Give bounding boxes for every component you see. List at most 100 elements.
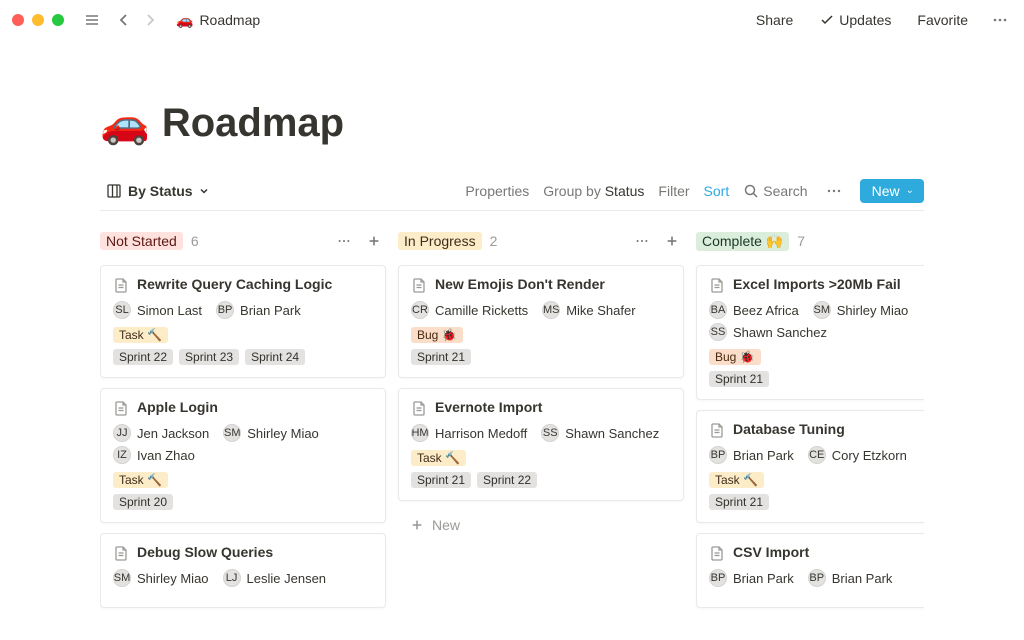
avatar: MS — [542, 301, 560, 319]
card-title: Evernote Import — [435, 399, 542, 415]
sprint-tag: Sprint 23 — [179, 349, 239, 365]
add-card-icon[interactable] — [362, 229, 386, 253]
assignee: BPBrian Park — [709, 446, 794, 464]
groupby-button[interactable]: Group by Status — [543, 183, 644, 199]
column-more-icon[interactable] — [332, 229, 356, 253]
assignee: CECory Etzkorn — [808, 446, 907, 464]
assignee: CRCamille Ricketts — [411, 301, 528, 319]
avatar: JJ — [113, 424, 131, 442]
column-label[interactable]: In Progress — [398, 232, 482, 250]
board-card[interactable]: Excel Imports >20Mb FailBABeez AfricaSMS… — [696, 265, 924, 400]
card-title: Database Tuning — [733, 421, 845, 437]
card-title: Debug Slow Queries — [137, 544, 273, 560]
column-more-icon[interactable] — [630, 229, 654, 253]
search-button[interactable]: Search — [743, 183, 807, 199]
more-icon[interactable] — [988, 8, 1012, 32]
type-tag: Task 🔨 — [113, 472, 168, 488]
avatar: CE — [808, 446, 826, 464]
sprint-tag: Sprint 21 — [709, 371, 769, 387]
new-card-button[interactable]: New — [398, 511, 684, 539]
sprint-tag: Sprint 20 — [113, 494, 173, 510]
more-options-icon[interactable] — [822, 179, 846, 203]
assignee: LJLeslie Jensen — [223, 569, 327, 587]
board-card[interactable]: Database Tuning BPBrian Park CECory Etzkor… — [696, 410, 924, 523]
avatar: BP — [808, 569, 826, 587]
assignee: BPBrian Park — [709, 569, 794, 587]
assignee: SLSimon Last — [113, 301, 202, 319]
favorite-button[interactable]: Favorite — [911, 8, 974, 32]
share-button[interactable]: Share — [750, 8, 799, 32]
menu-icon[interactable] — [80, 8, 104, 32]
window-controls — [12, 14, 64, 26]
assignee: HMHarrison Medoff — [411, 424, 527, 442]
avatar: BP — [216, 301, 234, 319]
avatar: SM — [813, 301, 831, 319]
breadcrumb-title: Roadmap — [199, 12, 260, 28]
board-card[interactable]: New Emojis Don't RenderCRCamille Rickett… — [398, 265, 684, 378]
sort-button[interactable]: Sort — [704, 183, 730, 199]
type-tag: Task 🔨 — [113, 327, 168, 343]
type-tag: Bug 🐞 — [709, 349, 761, 365]
board-card[interactable]: CSV Import BPBrian Park BPBrian Park — [696, 533, 924, 608]
column-label[interactable]: Not Started — [100, 232, 183, 250]
add-card-icon[interactable] — [660, 229, 684, 253]
assignee: SMShirley Miao — [813, 301, 909, 319]
assignee: BPBrian Park — [216, 301, 301, 319]
type-tag: Bug 🐞 — [411, 327, 463, 343]
properties-button[interactable]: Properties — [465, 183, 529, 199]
avatar: HM — [411, 424, 429, 442]
column-header: Complete 🙌 7 — [696, 227, 924, 255]
avatar: BP — [709, 446, 727, 464]
column-label[interactable]: Complete 🙌 — [696, 232, 789, 251]
avatar: LJ — [223, 569, 241, 587]
assignee: SMShirley Miao — [223, 424, 319, 442]
new-button[interactable]: New ⌄ — [860, 179, 924, 203]
avatar: SM — [113, 569, 131, 587]
view-selector[interactable]: By Status — [100, 179, 215, 203]
card-title: CSV Import — [733, 544, 809, 560]
avatar: SS — [541, 424, 559, 442]
page-title-text: Roadmap — [162, 101, 344, 146]
card-title: Apple Login — [137, 399, 218, 415]
chevron-down-icon: ⌄ — [906, 185, 914, 196]
avatar: CR — [411, 301, 429, 319]
assignee: MSMike Shafer — [542, 301, 635, 319]
breadcrumb[interactable]: 🚗 Roadmap — [170, 10, 266, 31]
card-title: Rewrite Query Caching Logic — [137, 276, 332, 292]
avatar: SL — [113, 301, 131, 319]
maximize-window-icon[interactable] — [52, 14, 64, 26]
column-count: 6 — [191, 233, 199, 249]
breadcrumb-emoji: 🚗 — [176, 12, 193, 29]
filter-button[interactable]: Filter — [658, 183, 689, 199]
avatar: IZ — [113, 446, 131, 464]
card-title: Excel Imports >20Mb Fail — [733, 276, 901, 292]
close-window-icon[interactable] — [12, 14, 24, 26]
back-button[interactable] — [112, 8, 136, 32]
assignee: BPBrian Park — [808, 569, 893, 587]
updates-button[interactable]: Updates — [813, 8, 897, 32]
assignee: JJJen Jackson — [113, 424, 209, 442]
sprint-tag: Sprint 21 — [411, 472, 471, 488]
assignee: IZIvan Zhao — [113, 446, 195, 464]
type-tag: Task 🔨 — [709, 472, 764, 488]
board-card[interactable]: Rewrite Query Caching Logic SLSimon Last B… — [100, 265, 386, 378]
minimize-window-icon[interactable] — [32, 14, 44, 26]
assignee: SMShirley Miao — [113, 569, 209, 587]
assignee: SSShawn Sanchez — [541, 424, 659, 442]
avatar: SS — [709, 323, 727, 341]
assignee: SSShawn Sanchez — [709, 323, 827, 341]
column-count: 2 — [490, 233, 498, 249]
column-header: Not Started 6 — [100, 227, 386, 255]
forward-button[interactable] — [138, 8, 162, 32]
board-card[interactable]: Evernote Import HMHarrison Medoff SSShawn … — [398, 388, 684, 501]
column-count: 7 — [797, 233, 805, 249]
sprint-tag: Sprint 24 — [245, 349, 305, 365]
sprint-tag: Sprint 22 — [477, 472, 537, 488]
avatar: BA — [709, 301, 727, 319]
page-emoji[interactable]: 🚗 — [100, 100, 150, 147]
page-title[interactable]: 🚗 Roadmap — [100, 100, 924, 147]
board-card[interactable]: Debug Slow Queries SMShirley Miao LJLeslie… — [100, 533, 386, 608]
sprint-tag: Sprint 22 — [113, 349, 173, 365]
type-tag: Task 🔨 — [411, 450, 466, 466]
board-card[interactable]: Apple Login JJJen Jackson SMShirley Miao IZ… — [100, 388, 386, 523]
